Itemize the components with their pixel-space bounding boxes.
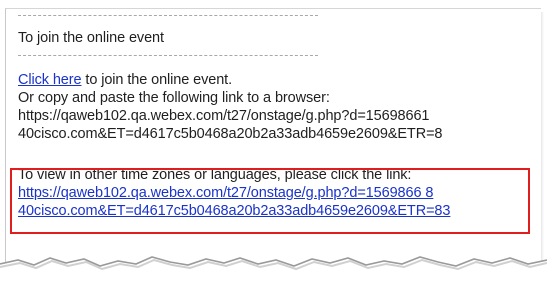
email-snippet-view: To join the online event Click here to j… — [0, 0, 547, 287]
separator-bottom — [18, 55, 318, 56]
join-url-line-1: https://qaweb102.qa.webex.com/t27/onstag… — [18, 108, 430, 124]
join-instruction-text: to join the online event. — [81, 72, 233, 88]
join-instruction-line: Click here to join the online event. — [18, 71, 232, 89]
separator-top — [18, 15, 318, 16]
section-heading: To join the online event — [18, 30, 164, 46]
join-url-line-2: 40cisco.com&ET=d4617c5b0468a20b2a33adb46… — [18, 126, 443, 142]
click-here-link[interactable]: Click here — [18, 72, 82, 88]
torn-paper-edge — [0, 256, 547, 287]
highlight-box — [10, 168, 530, 234]
copy-instruction: Or copy and paste the following link to … — [18, 90, 330, 106]
